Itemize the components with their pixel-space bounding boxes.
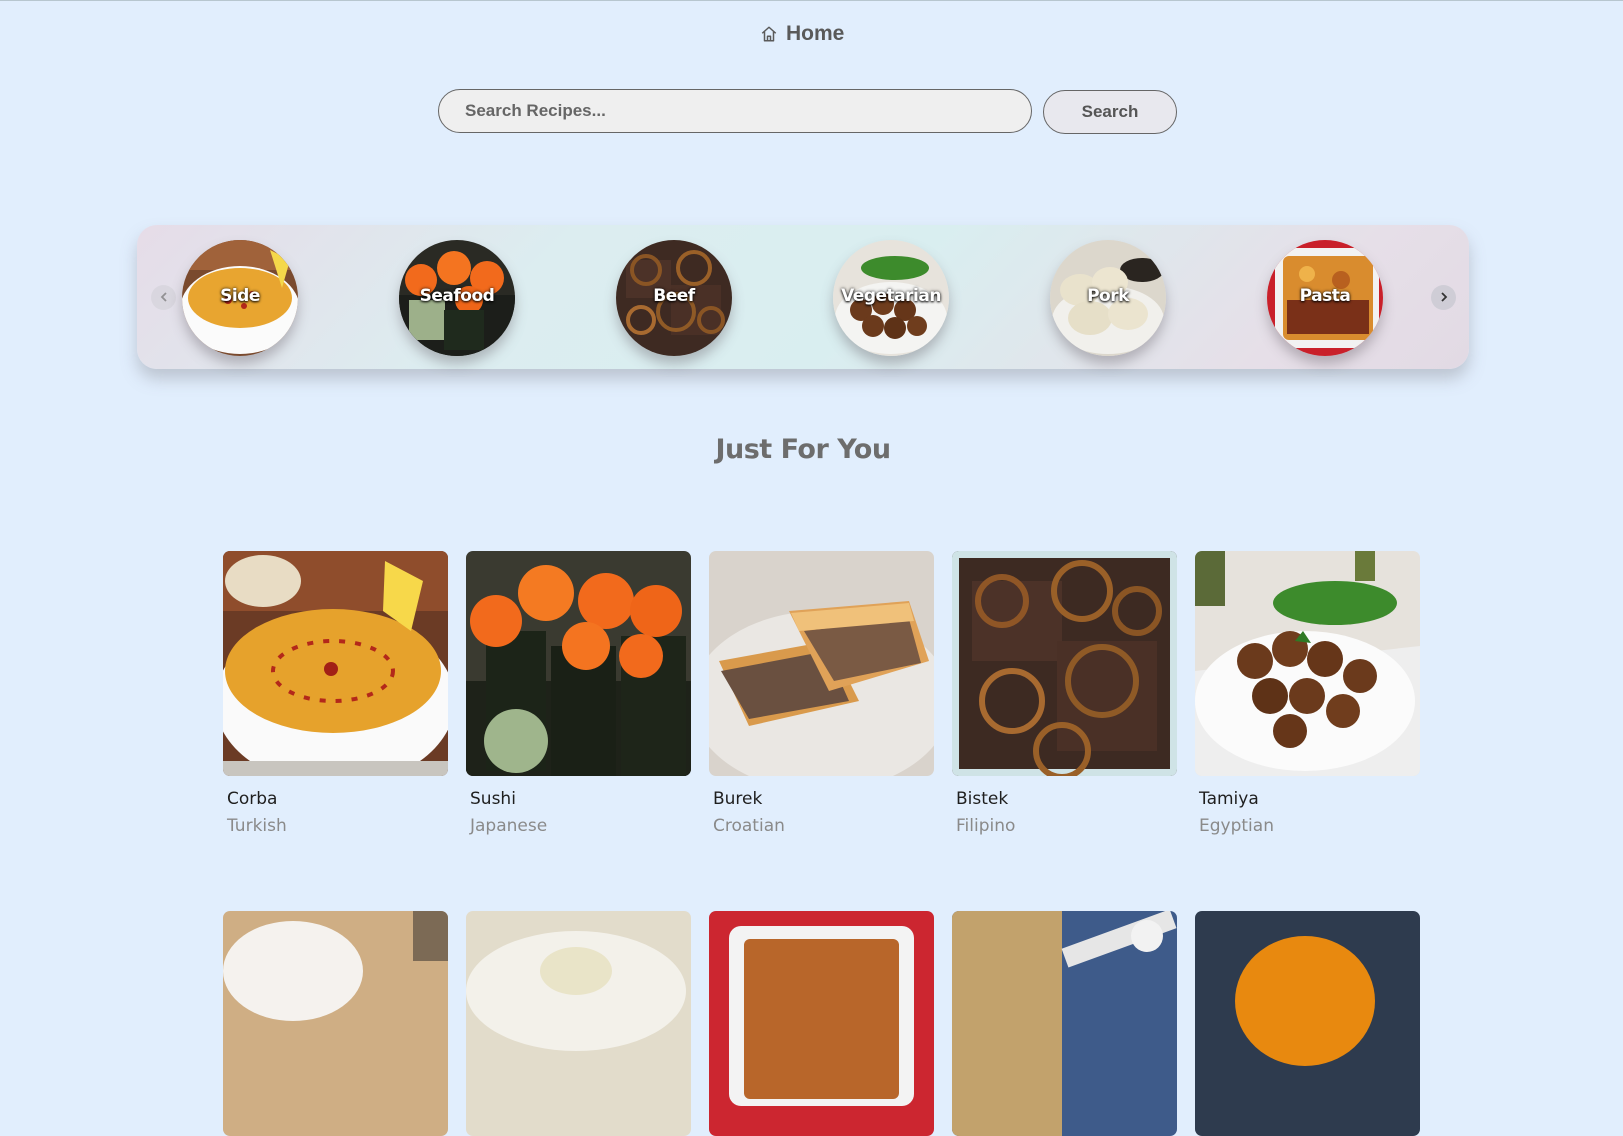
carousel-prev-button[interactable] [151, 285, 176, 310]
recipe-name: Bistek [956, 789, 1009, 809]
recipe-image [952, 551, 1177, 776]
carousel-next-button[interactable] [1431, 285, 1456, 310]
category-beef[interactable]: Beef [616, 240, 732, 356]
category-pork[interactable]: Pork [1050, 240, 1166, 356]
recipe-card[interactable] [223, 911, 448, 1136]
recipe-image [1195, 911, 1420, 1136]
recipe-card[interactable]: Burek Croatian [709, 551, 934, 836]
category-vegetarian[interactable]: Vegetarian [833, 240, 949, 356]
category-label: Pork [1087, 286, 1129, 306]
recipe-card[interactable] [952, 911, 1177, 1136]
search-input[interactable] [438, 89, 1032, 133]
recipe-card[interactable]: Sushi Japanese [466, 551, 691, 836]
section-title: Just For You [715, 434, 891, 465]
recipe-name: Tamiya [1199, 789, 1259, 809]
category-label: Pasta [1299, 286, 1351, 306]
chevron-right-icon [1438, 288, 1450, 307]
recipe-card[interactable] [466, 911, 691, 1136]
category-side[interactable]: Side [182, 240, 298, 356]
recipe-image [466, 551, 691, 776]
search-button[interactable]: Search [1043, 90, 1177, 134]
recipe-cuisine: Egyptian [1199, 816, 1274, 836]
category-seafood[interactable]: Seafood [399, 240, 515, 356]
home-label: Home [786, 22, 845, 45]
recipe-image [223, 911, 448, 1136]
recipe-image [952, 911, 1177, 1136]
home-icon [760, 25, 778, 43]
category-pasta[interactable]: Pasta [1267, 240, 1383, 356]
recipe-image [466, 911, 691, 1136]
recipe-card[interactable]: Tamiya Egyptian [1195, 551, 1420, 836]
category-carousel: Side Seafood Beef Vegetarian Pork Pasta [137, 225, 1469, 369]
category-label: Beef [653, 286, 695, 306]
category-label: Seafood [419, 286, 495, 306]
home-link[interactable]: Home [760, 22, 844, 46]
recipe-cuisine: Japanese [470, 816, 548, 836]
chevron-left-icon [158, 288, 170, 307]
recipe-card[interactable]: Bistek Filipino [952, 551, 1177, 836]
recipe-name: Sushi [470, 789, 516, 809]
recipe-name: Corba [227, 789, 278, 809]
recipe-image [223, 551, 448, 776]
recipe-cuisine: Croatian [713, 816, 785, 836]
recipe-image [709, 551, 934, 776]
top-border [0, 0, 1623, 1]
category-label: Side [220, 286, 260, 306]
recipe-cuisine: Filipino [956, 816, 1016, 836]
recipe-card[interactable] [1195, 911, 1420, 1136]
recipe-image [1195, 551, 1420, 776]
recipe-card[interactable]: Corba Turkish [223, 551, 448, 836]
recipe-image [709, 911, 934, 1136]
recipe-cuisine: Turkish [227, 816, 287, 836]
category-label: Vegetarian [841, 286, 941, 306]
recipe-name: Burek [713, 789, 763, 809]
recipe-card[interactable] [709, 911, 934, 1136]
